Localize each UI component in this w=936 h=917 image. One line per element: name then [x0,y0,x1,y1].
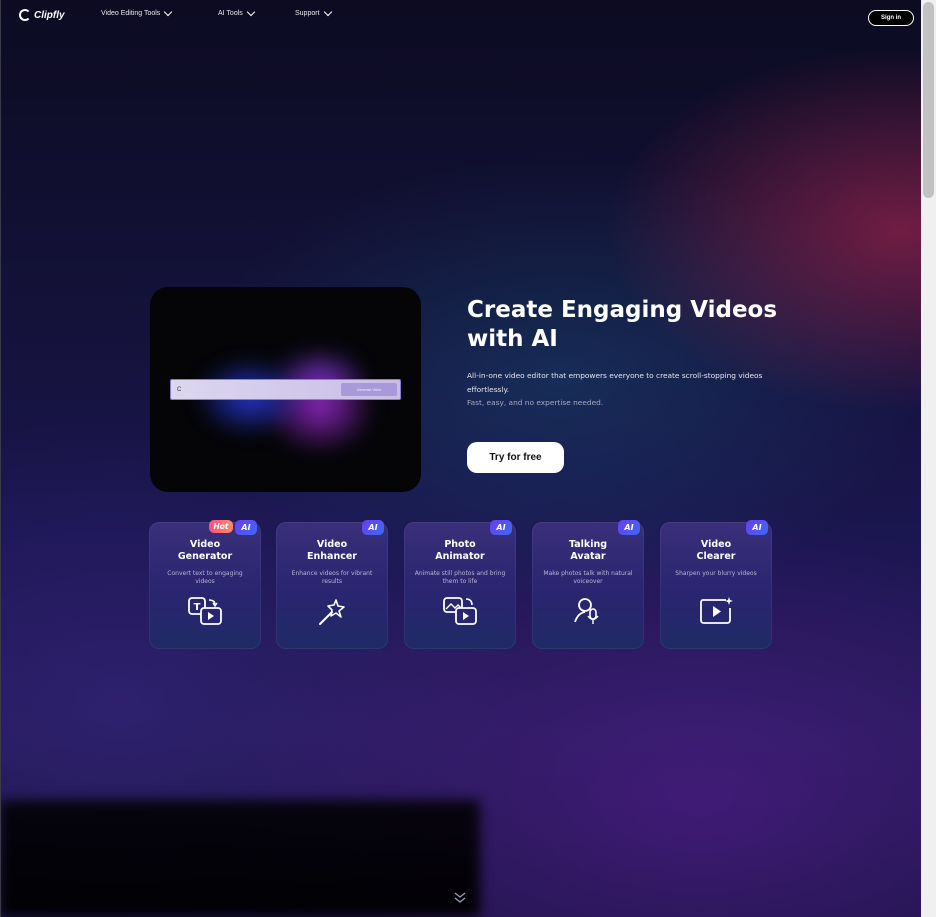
chevron-down-icon [323,7,332,17]
card-title: Photo Animator [404,539,516,563]
card-video-clearer[interactable]: AI Video Clearer Sharpen your blurry vid… [660,520,772,649]
background-shadow [0,800,480,917]
ai-badge: AI [490,520,512,535]
svg-text:T: T [194,602,201,613]
card-video-enhancer[interactable]: AI Video Enhancer Enhance videos for vib… [276,520,388,649]
prompt-text: C [177,386,182,393]
generate-button[interactable]: Generate Video [341,383,397,396]
avatar-mic-icon [574,598,599,624]
nav-label: Support [295,10,320,17]
card-title-line: Photo [444,539,476,550]
top-navigation: Clipfly Video Editing Tools AI Tools Sup… [0,0,921,34]
hot-badge: Hot [209,520,233,533]
logo[interactable]: Clipfly [19,9,65,21]
nav-label: Video Editing Tools [101,10,161,17]
logo-text: Clipfly [34,9,65,21]
window-edge [0,0,1,917]
ai-badge: AI [618,520,640,535]
hero-title-line: Create Engaging Videos [467,297,778,323]
nav-ai-tools[interactable]: AI Tools [218,7,256,17]
card-description: Make photos talk with natural voiceover [543,570,633,585]
sparkle-video-icon [700,597,733,624]
ai-badge: AI [362,520,384,535]
magic-wand-icon [319,599,345,625]
card-talking-avatar[interactable]: AI Talking Avatar Make photos talk with … [532,520,644,649]
card-title-line: Generator [177,551,233,562]
hero-description: All-in-one video editor that empowers ev… [467,371,763,394]
card-title: Video Enhancer [276,539,388,563]
card-title-line: Talking [568,539,608,550]
card-description: Enhance videos for vibrant results [291,570,373,585]
card-title-line: Video [316,539,348,550]
card-title-line: Video [700,539,732,550]
logo-icon [19,9,31,21]
card-title-line: Animator [435,551,485,562]
card-title-line: Enhancer [307,551,357,562]
card-photo-animator[interactable]: AI Photo Animator Animate still photos a… [404,520,516,649]
hero-background [0,0,921,917]
card-title-line: Clearer [696,551,736,562]
chevron-down-icon [164,7,173,17]
nav-label: AI Tools [218,10,243,17]
ai-badge: AI [235,520,257,535]
photo-to-video-icon [443,597,477,625]
nav-video-editing-tools[interactable]: Video Editing Tools [101,7,173,17]
card-title: Video Generator [149,539,261,563]
card-description: Convert text to engaging videos [167,570,243,585]
hero-title-line: with AI [467,326,558,352]
hero-subtext: Fast, easy, and no expertise needed. [467,398,604,407]
card-description: Animate still photos and bring them to l… [414,570,506,585]
card-title-line: Avatar [570,551,606,562]
try-for-free-button[interactable]: Try for free [467,442,564,473]
card-title-line: Video [189,539,221,550]
hero-title: Create Engaging Videos with AI [467,296,807,354]
ai-badge: AI [746,520,768,535]
scrollbar-thumb[interactable] [923,2,934,198]
chevron-down-icon [246,7,256,17]
card-description: Sharpen your blurry videos [675,570,757,577]
scroll-down-icon[interactable] [452,890,468,906]
card-title: Talking Avatar [532,539,644,563]
prompt-input[interactable]: C Generate Video [170,379,401,400]
card-title: Video Clearer [660,539,772,563]
nav-support[interactable]: Support [295,7,332,17]
sign-in-button[interactable]: Sign in [868,10,914,26]
text-to-video-icon: T [188,597,222,625]
hero-preview: C Generate Video [150,287,421,492]
card-video-generator[interactable]: Hot AI Video Generator Convert text to e… [149,520,261,649]
